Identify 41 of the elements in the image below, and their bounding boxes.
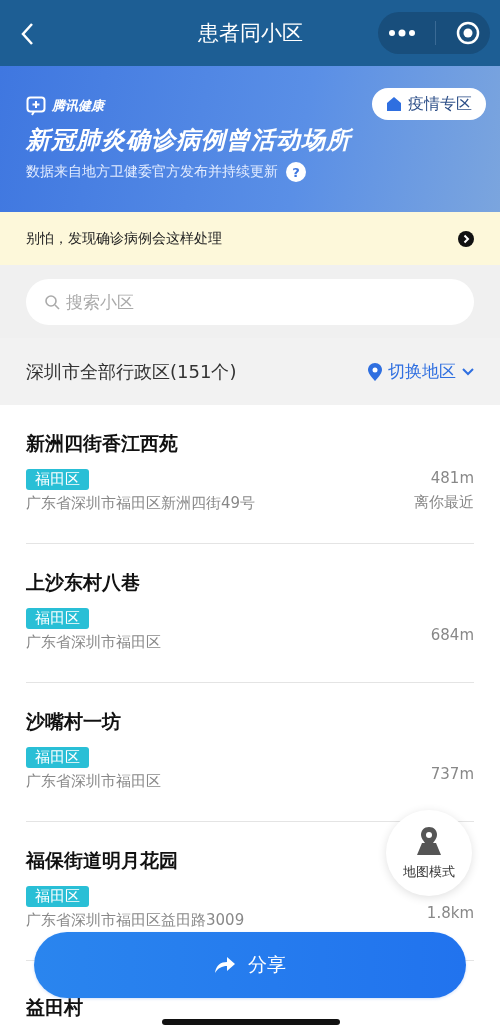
share-arrow-icon — [214, 956, 236, 974]
banner-subtitle: 数据来自地方卫健委官方发布并持续更新 — [26, 163, 278, 181]
place-name: 福保街道明月花园 — [26, 848, 178, 873]
search-icon — [44, 293, 60, 310]
notice-text: 别怕，发现确诊病例会这样处理 — [26, 229, 222, 248]
place-name: 益田村 — [26, 995, 83, 1020]
map-mode-button[interactable]: 地图模式 — [386, 810, 472, 896]
notice-bar[interactable]: 别怕，发现确诊病例会这样处理 — [0, 212, 500, 265]
place-address: 广东省深圳市福田区 — [26, 633, 161, 652]
place-address: 广东省深圳市福田区益田路3009 — [26, 911, 245, 930]
location-pin-icon — [368, 362, 382, 381]
distance: 481m — [430, 469, 474, 487]
distance: 737m — [430, 765, 474, 783]
home-icon — [386, 96, 402, 112]
place-name: 上沙东村八巷 — [26, 570, 140, 595]
switch-region-button[interactable]: 切换地区 — [368, 360, 474, 383]
help-button[interactable]: ? — [286, 162, 306, 182]
epidemic-zone-button[interactable]: 疫情专区 — [372, 88, 486, 120]
brand-name: 腾讯健康 — [52, 97, 104, 115]
place-address: 广东省深圳市福田区 — [26, 772, 161, 791]
place-address: 广东省深圳市福田区新洲四街49号 — [26, 494, 256, 513]
close-icon[interactable] — [456, 21, 481, 45]
share-button[interactable]: 分享 — [34, 932, 466, 998]
back-icon[interactable] — [20, 22, 34, 46]
plus-chat-icon — [26, 96, 46, 116]
distance: 684m — [430, 626, 474, 644]
district-tag: 福田区 — [26, 886, 89, 907]
district-tag: 福田区 — [26, 608, 89, 629]
district-tag: 福田区 — [26, 747, 89, 768]
chevron-down-icon — [462, 367, 474, 376]
place-name: 沙嘴村一坊 — [26, 709, 121, 734]
more-icon[interactable] — [387, 29, 416, 37]
distance: 1.8km — [426, 904, 474, 922]
region-label: 深圳市全部行政区(151个) — [26, 359, 237, 384]
chevron-right-icon — [458, 230, 474, 247]
banner-title: 新冠肺炎确诊病例曾活动场所 — [26, 124, 474, 156]
search-field[interactable]: 搜索小区 — [26, 278, 474, 325]
nearest-note: 离你最近 — [414, 493, 474, 512]
district-tag: 福田区 — [26, 469, 89, 490]
page-title: 患者同小区 — [197, 20, 303, 47]
place-name: 新洲四街香江西苑 — [26, 431, 178, 456]
